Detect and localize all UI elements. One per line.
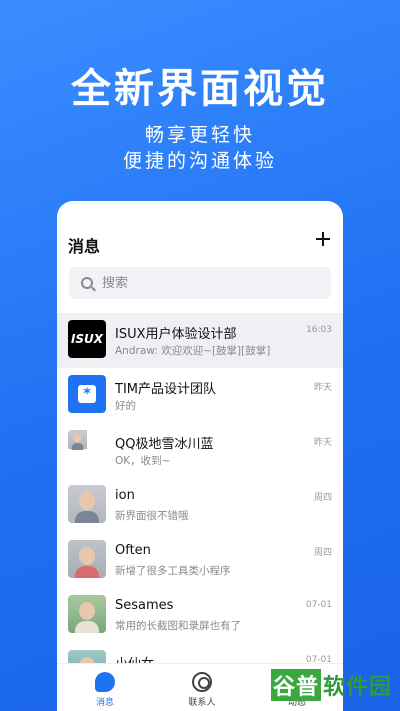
conversation-item[interactable]: Sesames 常用的长截图和录屏也有了 07-01 (57, 588, 343, 643)
avatar (68, 595, 106, 633)
watermark: 谷普 软件园 (270, 669, 392, 701)
tim-logo-avatar: * (68, 375, 106, 413)
search-icon (81, 277, 93, 289)
conversation-name: ISUX用户体验设计部 (115, 327, 237, 342)
search-input[interactable] (102, 275, 282, 291)
conversation-list: ISUX ISUX用户体验设计部 Andraw: 欢迎欢迎~[鼓掌][鼓掌] 1… (57, 313, 343, 698)
plus-icon[interactable] (313, 229, 333, 249)
phone-screen: 消息 ISUX ISUX用户体验设计部 Andraw: 欢迎欢迎~[鼓掌][鼓掌… (57, 201, 343, 711)
conversation-name: TIM产品设计团队 (115, 382, 216, 397)
conversation-name: ion (115, 488, 135, 503)
page-title: 消息 (68, 237, 101, 256)
conversation-time: 昨天 (313, 383, 332, 393)
conversation-time: 16:03 (306, 325, 332, 335)
chat-bubble-icon (95, 672, 115, 692)
conversation-time: 周四 (313, 548, 332, 558)
conversation-preview: 新界面很不错哦 (115, 510, 189, 522)
isux-logo-avatar: ISUX (68, 320, 106, 358)
conversation-name: QQ极地雪冰川蓝 (115, 437, 214, 452)
conversation-item[interactable]: ISUX ISUX用户体验设计部 Andraw: 欢迎欢迎~[鼓掌][鼓掌] 1… (57, 313, 343, 368)
contacts-icon (192, 672, 212, 692)
group-avatar (68, 430, 106, 468)
conversation-preview: 好的 (115, 400, 136, 412)
tab-label: 联系人 (188, 698, 216, 708)
search-bar[interactable] (69, 267, 331, 299)
tab-messages[interactable]: 消息 (75, 672, 135, 708)
tab-contacts[interactable]: 联系人 (172, 672, 232, 708)
conversation-item[interactable]: * TIM产品设计团队 好的 昨天 (57, 368, 343, 423)
watermark-text: 软件园 (322, 675, 392, 700)
header: 消息 (57, 201, 343, 263)
asterisk-icon: * (78, 385, 96, 403)
conversation-preview: 新增了很多工具类小程序 (115, 565, 231, 577)
tab-label: 消息 (95, 698, 114, 708)
conversation-preview: OK，收到~ (115, 455, 171, 467)
member-photo (68, 430, 87, 450)
conversation-preview: 常用的长截图和录屏也有了 (115, 620, 241, 632)
conversation-item[interactable]: Often 新增了很多工具类小程序 周四 (57, 533, 343, 588)
hero-title: 全新界面视觉 (71, 66, 329, 112)
conversation-time: 昨天 (313, 438, 332, 448)
hero-subtitle-line1: 畅享更轻快 (144, 124, 255, 146)
conversation-time: 周四 (313, 493, 332, 503)
avatar (68, 485, 106, 523)
hero-subtitle-line2: 便捷的沟通体验 (122, 150, 277, 172)
conversation-item[interactable]: ion 新界面很不错哦 周四 (57, 478, 343, 533)
watermark-box: 谷普 (270, 669, 321, 701)
conversation-preview: Andraw: 欢迎欢迎~[鼓掌][鼓掌] (115, 345, 271, 357)
conversation-time: 07-01 (305, 600, 332, 610)
avatar (68, 540, 106, 578)
conversation-name: Sesames (115, 598, 174, 613)
conversation-item[interactable]: QQ极地雪冰川蓝 OK，收到~ 昨天 (57, 423, 343, 478)
conversation-name: Often (115, 543, 151, 558)
